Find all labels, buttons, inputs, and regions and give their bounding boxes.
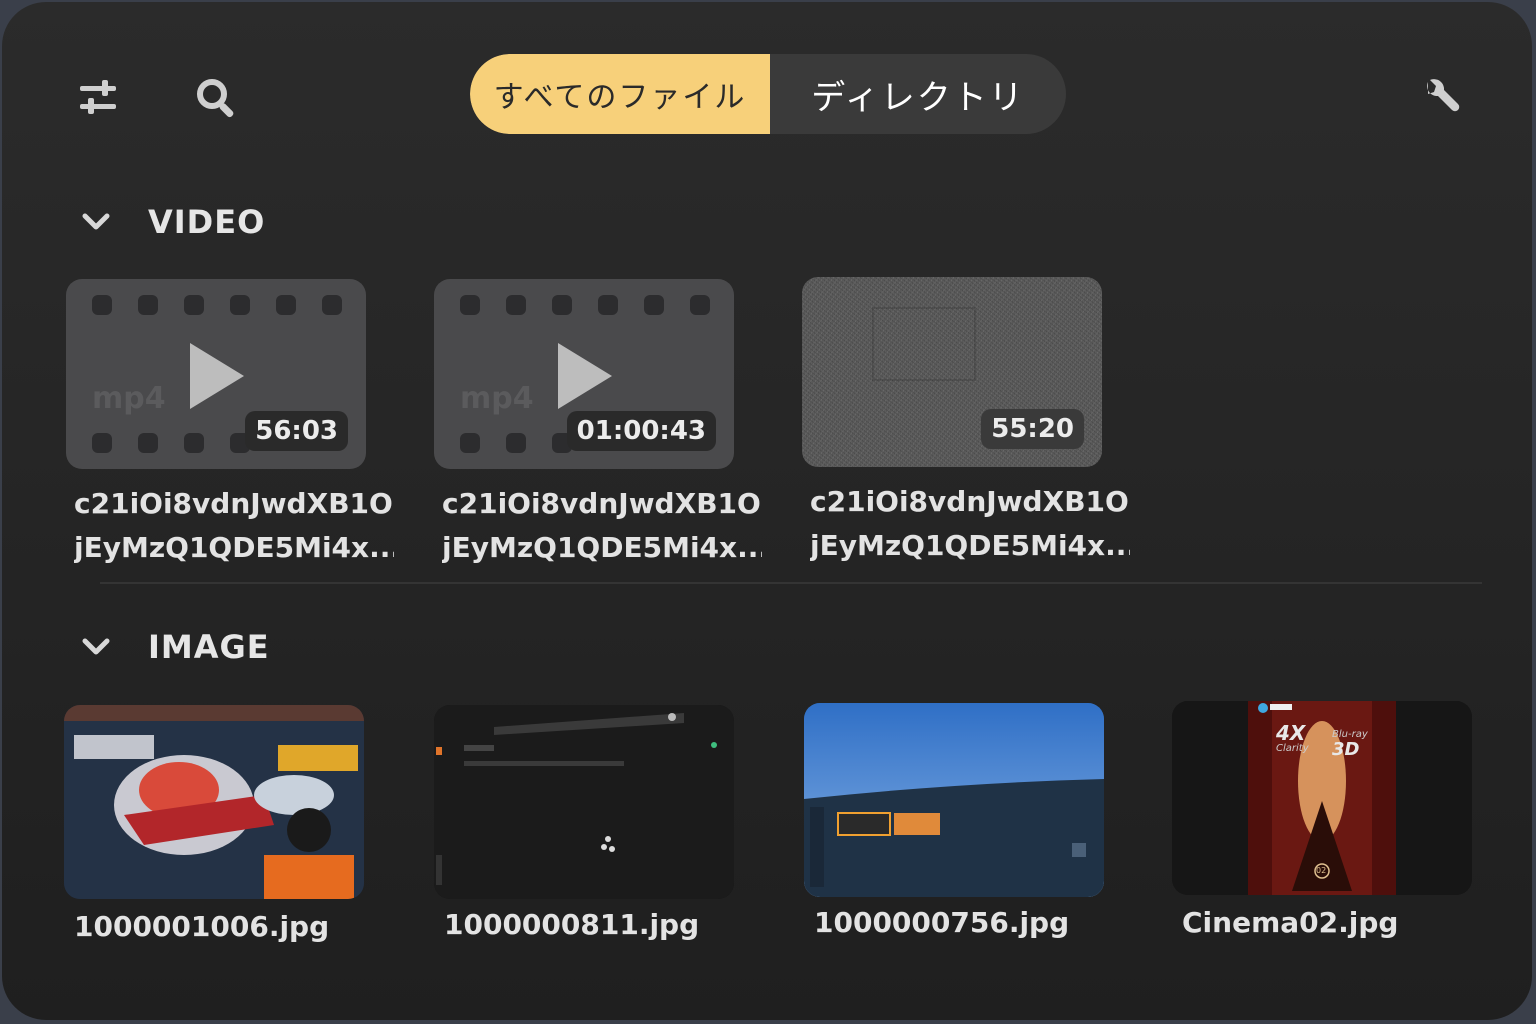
video-name[interactable]: c21iOi8vdnJwdXB1O jEyMzQ1QDE5Mi4x... (74, 482, 394, 570)
image-name[interactable]: Cinema02.jpg (1182, 906, 1398, 939)
view-mode-toggle: すべてのファイル ディレクトリ (470, 54, 1066, 134)
image-thumbnail[interactable] (804, 703, 1104, 897)
search-icon[interactable] (190, 72, 242, 124)
image-name[interactable]: 1000001006.jpg (74, 910, 329, 943)
chevron-down-icon[interactable] (76, 202, 116, 242)
tab-all-files[interactable]: すべてのファイル (470, 54, 770, 134)
section-divider (100, 582, 1482, 584)
vr-environment-image (804, 703, 1104, 897)
video-thumbnail[interactable]: mp4 01:00:43 (434, 279, 734, 469)
video-thumbnail[interactable]: 55:20 (802, 277, 1102, 467)
noise-artifact (872, 307, 976, 381)
file-browser-panel: すべてのファイル ディレクトリ VIDEO mp4 56:03 c21iOi8v… (2, 2, 1532, 1020)
video-thumbnail[interactable]: mp4 56:03 (66, 279, 366, 469)
duration-badge: 55:20 (981, 409, 1084, 449)
poster-3d-text: 3D (1332, 739, 1360, 760)
play-icon (558, 343, 612, 409)
file-type-label: mp4 (92, 381, 166, 416)
image-section-header[interactable]: IMAGE (76, 627, 270, 667)
video-name[interactable]: c21iOi8vdnJwdXB1O jEyMzQ1QDE5Mi4x... (810, 480, 1130, 568)
video-name-line1: c21iOi8vdnJwdXB1O (74, 487, 393, 520)
section-title: VIDEO (148, 203, 266, 241)
poster-4x-text: 4X (1276, 721, 1306, 745)
video-section-header[interactable]: VIDEO (76, 202, 265, 242)
video-name-line2: jEyMzQ1QDE5Mi4x... (810, 529, 1130, 562)
video-name-line1: c21iOi8vdnJwdXB1O (810, 485, 1129, 518)
screenshot-image (434, 705, 734, 899)
play-icon (190, 343, 244, 409)
image-name[interactable]: 1000000756.jpg (814, 906, 1069, 939)
anime-scene-image (64, 705, 364, 899)
tab-directory[interactable]: ディレクトリ (770, 54, 1066, 134)
image-thumbnail[interactable] (434, 705, 734, 899)
section-title: IMAGE (148, 628, 270, 666)
poster-clarity-text: Clarity (1276, 743, 1309, 754)
poster-badge-text: 02 (1316, 866, 1327, 875)
file-type-label: mp4 (460, 381, 534, 416)
video-name-line1: c21iOi8vdnJwdXB1O (442, 487, 761, 520)
sliders-icon[interactable] (72, 72, 124, 124)
image-name[interactable]: 1000000811.jpg (444, 908, 699, 941)
video-name-line2: jEyMzQ1QDE5Mi4x... (74, 531, 394, 564)
image-thumbnail[interactable]: 4X Clarity Blu-ray 3D 02 (1172, 701, 1472, 895)
duration-badge: 56:03 (245, 411, 348, 451)
chevron-down-icon[interactable] (76, 627, 116, 667)
video-name-line2: jEyMzQ1QDE5Mi4x... (442, 531, 762, 564)
image-thumbnail[interactable] (64, 705, 364, 899)
video-name[interactable]: c21iOi8vdnJwdXB1O jEyMzQ1QDE5Mi4x... (442, 482, 762, 570)
duration-badge: 01:00:43 (566, 411, 716, 451)
wrench-icon[interactable] (1412, 72, 1464, 124)
